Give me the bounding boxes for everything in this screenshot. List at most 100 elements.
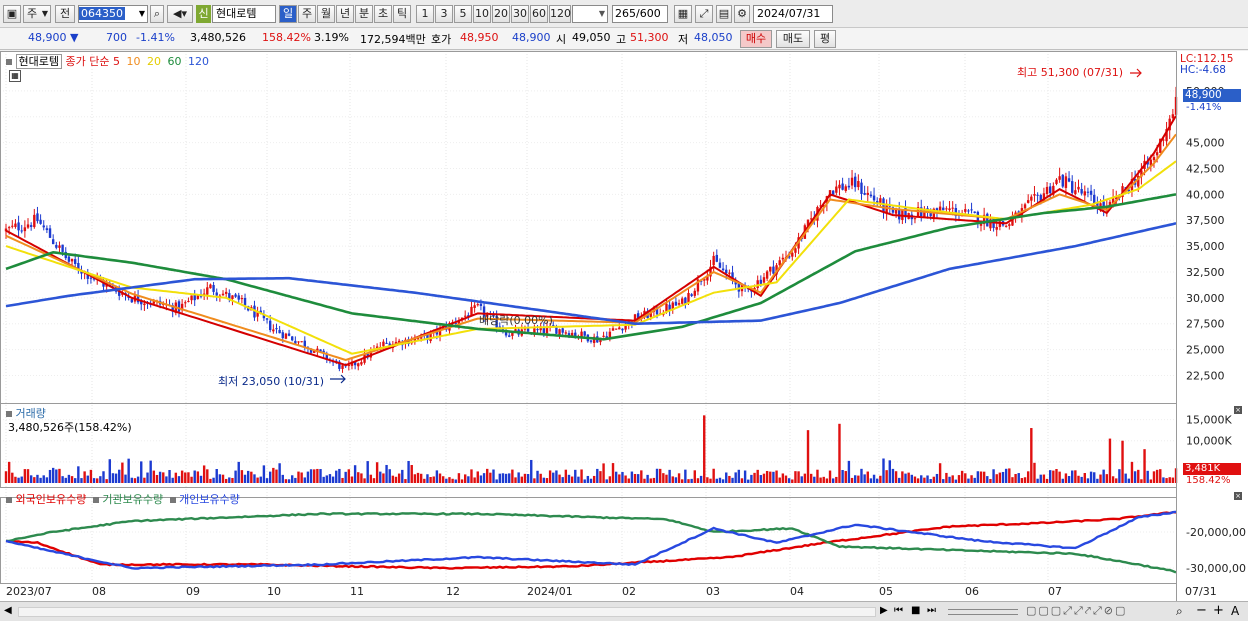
drawing-tools-icons[interactable]: ▢▢▢⤢⤢⤤⤢⊘▢ — [1026, 604, 1127, 618]
volume-bar — [1042, 474, 1046, 483]
compare-icon[interactable]: ⤢ — [695, 5, 713, 23]
date-field[interactable]: 2024/07/31 — [753, 5, 833, 23]
text-tool-icon[interactable]: A — [1231, 604, 1239, 618]
volume-bar — [143, 477, 146, 483]
volume-bar — [1152, 471, 1156, 483]
candle-body — [206, 287, 209, 295]
layout-icon[interactable]: ▣ — [3, 5, 21, 23]
volume-bar — [426, 474, 429, 483]
interval-tab-1[interactable]: 1 — [416, 5, 434, 23]
volume-bar — [1064, 473, 1068, 483]
interval-tab-30[interactable]: 30 — [511, 5, 529, 23]
volume-bar — [146, 472, 149, 483]
interval-tab-5[interactable]: 5 — [454, 5, 472, 23]
candle-body — [45, 228, 49, 231]
volume-bar — [105, 479, 108, 483]
volume-bar — [809, 473, 813, 483]
volume-bar — [567, 474, 571, 483]
interval-tab-60[interactable]: 60 — [530, 5, 548, 23]
close-icon[interactable]: × — [1234, 492, 1242, 500]
stop-icon[interactable]: ■ — [911, 605, 920, 616]
period-tab-0[interactable]: 일 — [279, 5, 297, 23]
volume-bar — [712, 468, 715, 483]
volume-bar — [441, 476, 445, 483]
buy-button[interactable]: 매수 — [740, 30, 772, 48]
scrollbar-track[interactable] — [18, 607, 876, 617]
volume-bar — [33, 477, 36, 483]
open-label: 시 — [556, 33, 567, 46]
legend-institution: 기관보유수량 — [102, 493, 164, 506]
volume-bar — [39, 477, 42, 483]
volume-bar — [743, 470, 747, 483]
period-tab-5[interactable]: 초 — [374, 5, 392, 23]
zoom-slider[interactable] — [948, 609, 1018, 615]
close-icon[interactable]: × — [1234, 406, 1242, 414]
candle-body — [20, 230, 23, 232]
volume-bar — [778, 477, 781, 483]
volume-bar — [589, 478, 593, 483]
period-tab-2[interactable]: 월 — [317, 5, 335, 23]
save-icon[interactable]: ▤ — [716, 5, 732, 23]
volume-bar — [168, 470, 171, 483]
candle-body — [945, 208, 948, 210]
candle-body — [831, 190, 835, 195]
sell-button[interactable]: 매도 — [776, 30, 810, 48]
volume-bar — [1077, 475, 1080, 483]
interval-tab-3[interactable]: 3 — [435, 5, 453, 23]
search-icon[interactable]: ⌕ — [150, 5, 164, 23]
volume-bar — [1083, 473, 1086, 483]
interval-tab-10[interactable]: 10 — [473, 5, 491, 23]
stock-code-input[interactable]: 064350 ▼ — [78, 5, 148, 23]
volume-bar — [152, 470, 156, 483]
stock-name-field[interactable]: 현대로템 — [212, 5, 276, 23]
prev-button[interactable]: 전 — [55, 5, 75, 23]
count-field[interactable]: 265/600 — [612, 5, 668, 23]
forward-icon[interactable]: ⏭ — [927, 605, 936, 616]
period-tab-6[interactable]: 틱 — [393, 5, 411, 23]
period-tab-3[interactable]: 년 — [336, 5, 354, 23]
volume-bar — [1099, 474, 1102, 483]
gear-icon[interactable]: ⚙ — [734, 5, 750, 23]
zoom-in-icon[interactable]: + — [1213, 603, 1224, 618]
stock-chart[interactable]: 2023/07 08 09 10 11 12 2024/01 02 03 04 05 06 07 07/3… — [0, 51, 1248, 601]
volume-bar — [445, 478, 448, 483]
volume-bar — [130, 477, 134, 483]
scroll-left-icon[interactable]: ◀ — [4, 605, 12, 616]
interval-tab-20[interactable]: 20 — [492, 5, 510, 23]
volume-bar — [118, 469, 121, 483]
period-tab-1[interactable]: 주 — [298, 5, 316, 23]
zoom-icon[interactable]: ⌕ — [1176, 604, 1183, 619]
price-axis-label: 37,500 — [1186, 214, 1225, 227]
flat-button[interactable]: 평 — [814, 30, 836, 48]
count-value: 265 — [615, 7, 636, 20]
volume-bar — [885, 470, 888, 483]
volume-bar — [1133, 471, 1137, 483]
candle-body — [564, 332, 568, 334]
candle-body — [130, 299, 134, 303]
volume-bar — [982, 471, 986, 483]
speaker-icon[interactable]: ◀▾ — [167, 5, 193, 23]
candle-body — [476, 304, 479, 306]
volume-bar — [879, 475, 882, 483]
volume-bar — [945, 472, 948, 483]
scroll-right-icon[interactable]: ▶ — [880, 605, 888, 616]
legend-stock-name[interactable]: 현대로템 — [15, 54, 62, 69]
zoom-out-icon[interactable]: − — [1196, 603, 1207, 618]
grid-icon[interactable]: ▦ — [9, 70, 21, 82]
rewind-icon[interactable]: ⏮ — [894, 605, 903, 616]
interval-dropdown[interactable]: ▼ — [572, 5, 608, 23]
candle-body — [583, 331, 586, 336]
candle-body — [986, 213, 989, 227]
tools-icon[interactable]: ▦ — [674, 5, 692, 23]
period-tab-4[interactable]: 분 — [355, 5, 373, 23]
interval-tab-120[interactable]: 120 — [549, 5, 571, 23]
volume-bar — [416, 472, 420, 483]
volume-bar — [608, 476, 612, 483]
market-dropdown[interactable]: 주 ▼ — [23, 5, 51, 23]
candle-body — [11, 225, 14, 227]
candle-body — [243, 297, 247, 306]
volume-bar — [61, 476, 64, 483]
candle-body — [838, 184, 841, 189]
volume-bar — [246, 470, 250, 483]
volume-bar — [363, 478, 366, 483]
